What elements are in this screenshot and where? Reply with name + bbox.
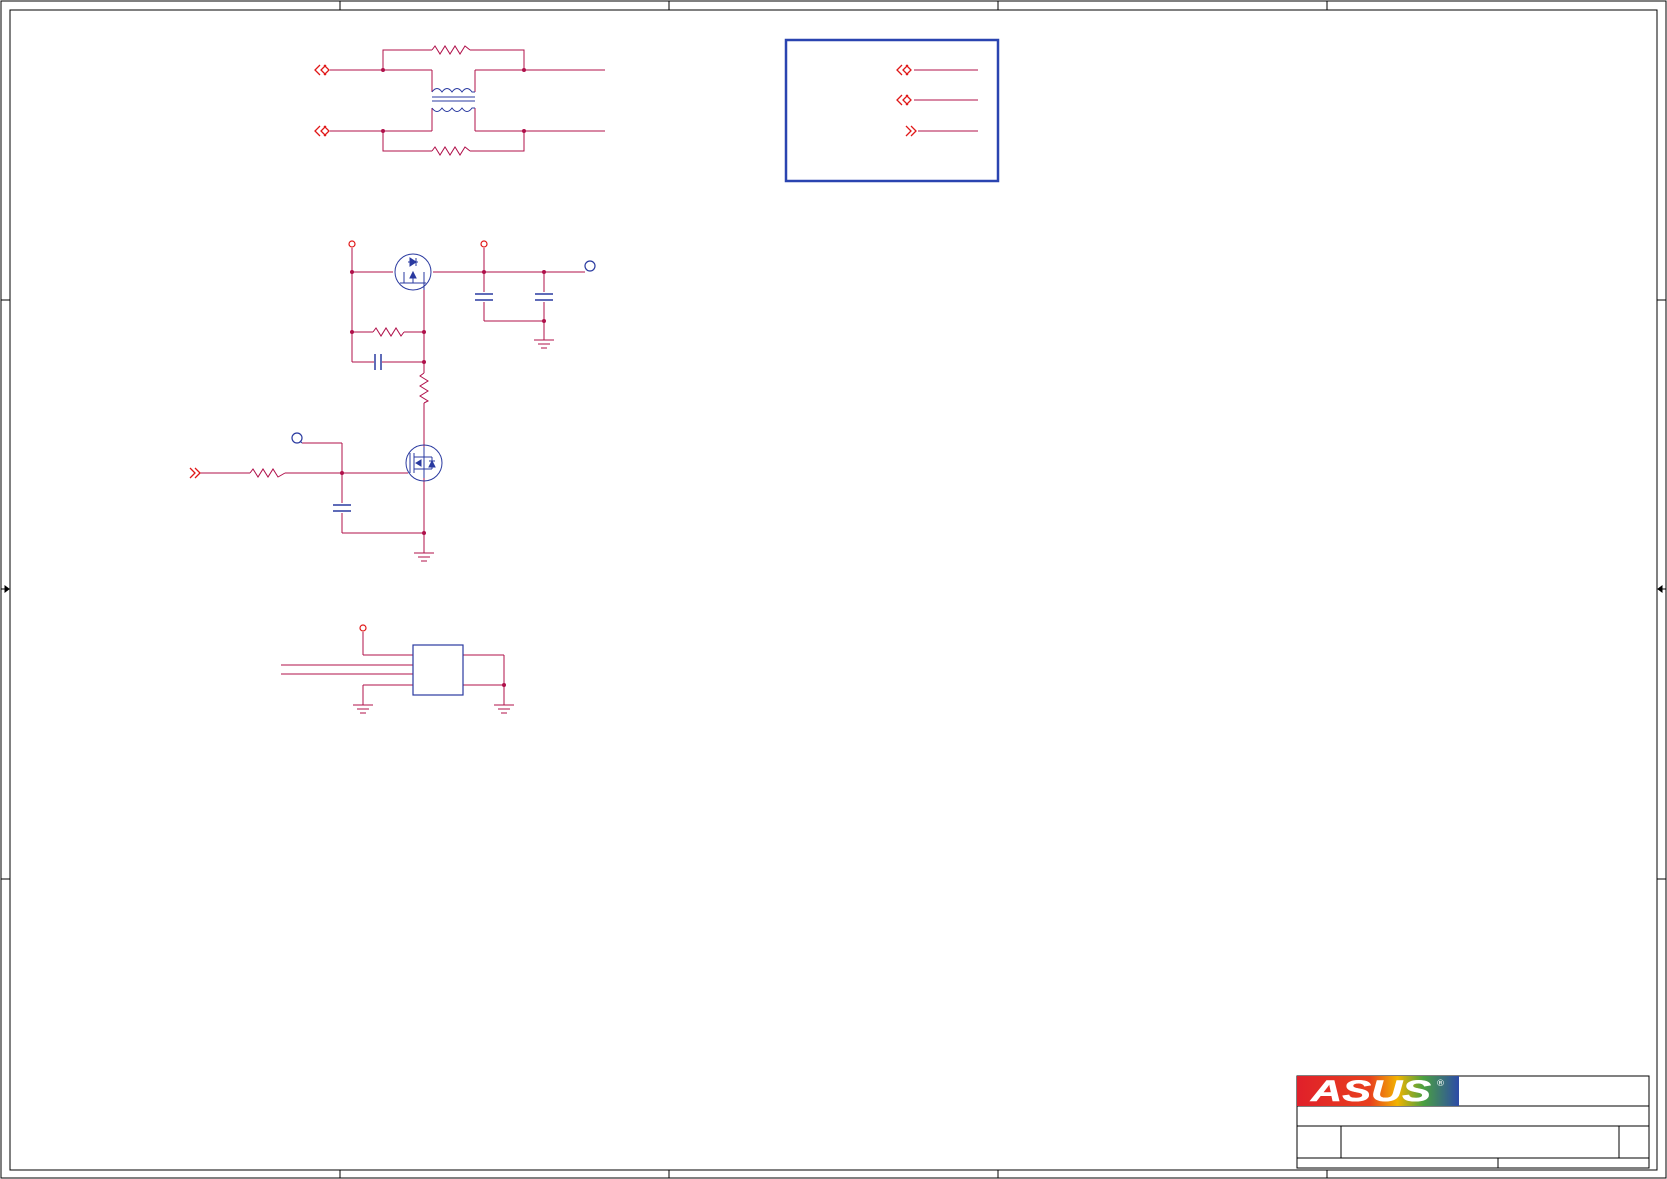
ic-block — [281, 624, 514, 714]
center-arrow-icon — [1, 585, 1666, 593]
resistor-icon — [249, 468, 286, 478]
ground-icon — [353, 704, 373, 714]
net-label-box — [784, 38, 1000, 183]
net-box-wires — [914, 69, 978, 132]
test-point-icon[interactable] — [584, 260, 596, 272]
mosfet-icon — [405, 444, 443, 482]
double-chevron-port-icon[interactable] — [896, 94, 912, 106]
ground-icon — [494, 704, 514, 714]
ic-body — [412, 644, 464, 696]
capacitor-icon — [374, 354, 382, 370]
junction-dot — [502, 683, 506, 687]
chevron-input-port-icon[interactable] — [905, 125, 917, 137]
ic-wires — [281, 632, 505, 705]
double-chevron-port-icon[interactable] — [896, 64, 912, 76]
asus-logo: ASUS ® — [1297, 1075, 1459, 1108]
junction-dots — [340, 270, 546, 535]
capacitor-icon — [475, 293, 493, 301]
schematic-sheet: ASUS ® — [0, 0, 1667, 1179]
double-chevron-port-icon[interactable] — [314, 64, 330, 76]
resistor-icon — [431, 146, 471, 156]
capacitor-icon — [535, 293, 553, 301]
choke-icon — [431, 88, 475, 112]
ground-icon — [534, 339, 554, 349]
resistor-icon — [431, 45, 471, 55]
resistor-icon — [419, 372, 430, 404]
capacitor-icon — [333, 504, 351, 512]
resistor-icon — [372, 327, 405, 337]
load-switch-wires — [199, 248, 585, 553]
common-mode-choke-block — [314, 45, 605, 156]
ground-icon — [414, 552, 434, 562]
logo-text: ASUS — [1310, 1075, 1431, 1108]
double-chevron-port-icon[interactable] — [314, 125, 330, 137]
power-pin-icon — [359, 624, 367, 632]
sheet-frame — [0, 0, 1667, 1179]
mosfet-icon — [394, 253, 432, 291]
chevron-input-port-icon[interactable] — [189, 467, 201, 479]
registered-mark: ® — [1436, 1079, 1445, 1089]
power-pin-icon — [348, 240, 488, 248]
load-switch-block — [189, 240, 596, 562]
